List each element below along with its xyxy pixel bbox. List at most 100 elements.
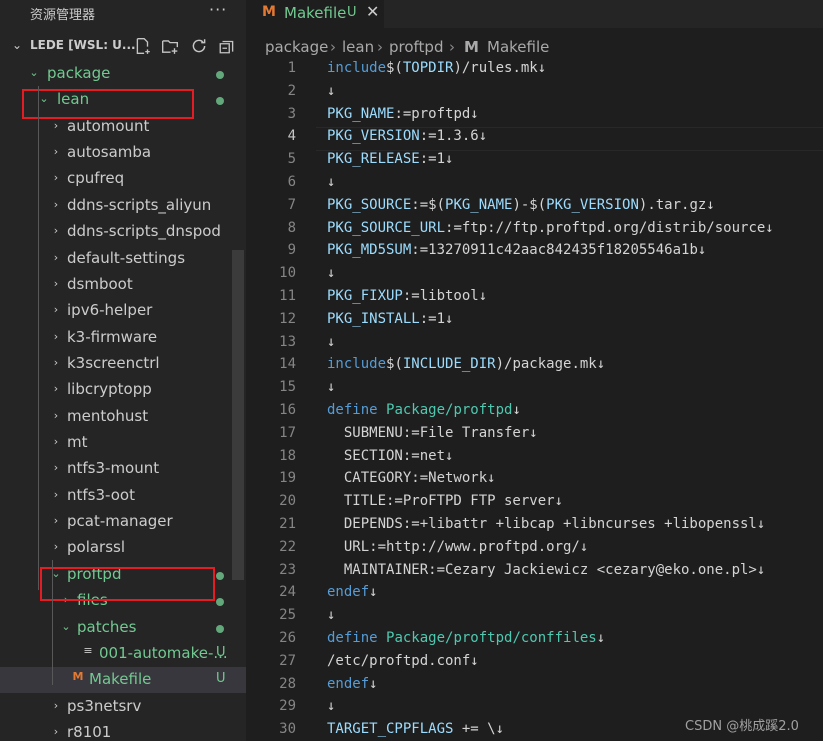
chevron-right-icon[interactable]: ›: [50, 251, 62, 264]
code-line[interactable]: ↓: [327, 334, 335, 350]
line-number: 17: [279, 424, 296, 441]
chevron-right-icon[interactable]: ›: [50, 725, 62, 738]
breadcrumb-package[interactable]: package: [265, 38, 328, 56]
collapse-all-icon[interactable]: [218, 37, 236, 55]
code-line[interactable]: TARGET_CPPFLAGS += \↓: [327, 721, 504, 737]
line-number: 23: [279, 561, 296, 578]
tree-item[interactable]: › mentohust: [0, 404, 246, 430]
tree-item[interactable]: › ddns-scripts_aliyun: [0, 193, 246, 219]
breadcrumb-makefile[interactable]: Makefile: [487, 38, 549, 56]
breadcrumb-proftpd[interactable]: proftpd: [389, 38, 443, 56]
chevron-right-icon[interactable]: ›: [50, 382, 62, 395]
refresh-icon[interactable]: [190, 37, 208, 55]
tree-item[interactable]: › ntfs3-oot: [0, 483, 246, 509]
code-line[interactable]: ↓: [327, 265, 335, 281]
tree-item[interactable]: › ipv6-helper: [0, 298, 246, 324]
chevron-right-icon[interactable]: ›: [50, 145, 62, 158]
chevron-right-icon[interactable]: ›: [50, 540, 62, 553]
tree-item[interactable]: › cpufreq: [0, 166, 246, 192]
code-editor[interactable]: 1 include$(TOPDIR)/rules.mk↓ 2 ↓ 3 PKG_NAME:=…: [246, 60, 823, 741]
code-line[interactable]: SECTION:=net↓: [327, 448, 454, 464]
tree-item[interactable]: › k3screenctrl: [0, 351, 246, 377]
code-line[interactable]: ↓: [327, 174, 335, 190]
chevron-right-icon[interactable]: ›: [50, 277, 62, 290]
chevron-right-icon[interactable]: ›: [50, 198, 62, 211]
code-line[interactable]: DEPENDS:=+libattr +libcap +libncurses +l…: [327, 516, 765, 532]
tree-item[interactable]: › r8101: [0, 720, 246, 741]
code-line[interactable]: PKG_VERSION:=1.3.6↓: [327, 128, 487, 144]
chevron-right-icon[interactable]: ›: [50, 224, 62, 237]
tab-makefile[interactable]: M Makefile U ✕: [246, 0, 384, 28]
code-line[interactable]: ↓: [327, 607, 335, 623]
new-folder-icon[interactable]: [161, 37, 179, 55]
tree-item[interactable]: › polarssl: [0, 535, 246, 561]
code-line[interactable]: include$(INCLUDE_DIR)/package.mk↓: [327, 356, 605, 372]
code-line[interactable]: ↓: [327, 379, 335, 395]
tree-item[interactable]: › ddns-scripts_dnspod: [0, 219, 246, 245]
code-line[interactable]: MAINTAINER:=Cezary Jackiewicz <cezary@ek…: [327, 562, 765, 578]
line-number: 16: [279, 402, 296, 418]
chevron-right-icon[interactable]: ›: [50, 171, 62, 184]
code-line[interactable]: PKG_SOURCE_URL:=ftp://ftp.proftpd.org/di…: [327, 220, 774, 236]
chevron-right-icon[interactable]: ›: [50, 119, 62, 132]
code-line[interactable]: PKG_INSTALL:=1↓: [327, 311, 453, 327]
chevron-right-icon[interactable]: ›: [50, 461, 62, 474]
tree-item[interactable]: › k3-firmware: [0, 325, 246, 351]
code-line[interactable]: CATEGORY:=Network↓: [327, 470, 496, 486]
code-line[interactable]: endef↓: [327, 584, 378, 600]
tree-item[interactable]: › mt: [0, 430, 246, 456]
line-number: 26: [279, 630, 296, 646]
chevron-down-icon[interactable]: ⌄: [60, 620, 72, 633]
chevron-right-icon[interactable]: ›: [50, 330, 62, 343]
line-number: 3: [287, 105, 296, 122]
code-line[interactable]: define Package/proftpd/conffiles↓: [327, 630, 605, 646]
code-line[interactable]: define Package/proftpd↓: [327, 402, 521, 418]
more-actions-icon[interactable]: ···: [209, 0, 227, 19]
code-line[interactable]: PKG_FIXUP:=libtool↓: [327, 288, 487, 304]
code-line[interactable]: PKG_MD5SUM:=13270911c42aac842435f1820554…: [327, 242, 706, 258]
sidebar-scrollbar[interactable]: [232, 250, 244, 580]
tab-label: Makefile: [284, 4, 347, 22]
code-line[interactable]: endef↓: [327, 676, 378, 692]
tree-item[interactable]: › dsmboot: [0, 272, 246, 298]
tree-item-label: r8101: [67, 723, 112, 741]
chevron-down-icon[interactable]: ⌄: [28, 66, 40, 79]
close-icon[interactable]: ✕: [366, 2, 379, 21]
breadcrumb-lean[interactable]: lean: [342, 38, 374, 56]
tree-item[interactable]: › ps3netsrv: [0, 694, 246, 720]
tree-item[interactable]: ≡ 001-automake-... U: [0, 641, 246, 667]
tree-item[interactable]: M Makefile U: [0, 667, 246, 694]
code-line[interactable]: /etc/proftpd.conf↓: [327, 653, 479, 669]
tree-item-label: k3-firmware: [67, 327, 158, 346]
tree-item[interactable]: ⌄ patches: [0, 615, 246, 641]
tree-item[interactable]: ⌄ package: [0, 61, 246, 87]
chevron-right-icon[interactable]: ›: [50, 409, 62, 422]
code-line[interactable]: PKG_SOURCE:=$(PKG_NAME)-$(PKG_VERSION).t…: [327, 197, 715, 213]
tree-item[interactable]: › libcryptopp: [0, 377, 246, 403]
chevron-right-icon[interactable]: ›: [50, 488, 62, 501]
code-line[interactable]: include$(TOPDIR)/rules.mk↓: [327, 60, 546, 76]
code-line[interactable]: ↓: [327, 83, 335, 99]
code-line[interactable]: URL:=http://www.proftpd.org/↓: [327, 539, 588, 555]
chevron-right-icon[interactable]: ›: [50, 699, 62, 712]
chevron-down-icon[interactable]: ⌄: [12, 38, 22, 52]
tree-item[interactable]: › autosamba: [0, 140, 246, 166]
tree-item-label: automount: [67, 116, 150, 135]
chevron-right-icon[interactable]: ›: [50, 356, 62, 369]
chevron-right-icon[interactable]: ›: [50, 303, 62, 316]
code-line[interactable]: SUBMENU:=File Transfer↓: [327, 425, 538, 441]
code-line[interactable]: PKG_NAME:=proftpd↓: [327, 106, 479, 122]
workspace-header[interactable]: ⌄ LEDE [WSL: U...: [0, 34, 246, 58]
code-line[interactable]: TITLE:=ProFTPD FTP server↓: [327, 493, 563, 509]
new-file-icon[interactable]: [134, 37, 152, 55]
tree-item[interactable]: › default-settings: [0, 246, 246, 272]
code-line[interactable]: ↓: [327, 698, 335, 714]
tree-item[interactable]: › ntfs3-mount: [0, 456, 246, 482]
line-number: 27: [279, 652, 296, 669]
chevron-right-icon[interactable]: ›: [50, 435, 62, 448]
chevron-right-icon[interactable]: ›: [50, 514, 62, 527]
code-line[interactable]: PKG_RELEASE:=1↓: [327, 151, 453, 167]
tree-item-label: cpufreq: [67, 169, 125, 188]
line-number: 22: [279, 538, 296, 555]
tree-item[interactable]: › pcat-manager: [0, 509, 246, 535]
